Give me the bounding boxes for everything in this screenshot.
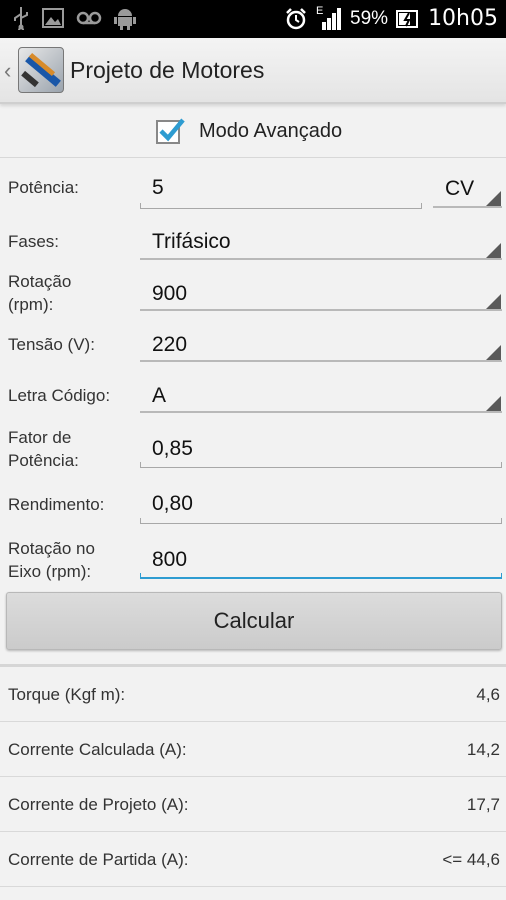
shaft-rotation-input[interactable]: 800 xyxy=(152,548,187,572)
code-letter-label: Letra Código: xyxy=(8,386,111,405)
voicemail-icon xyxy=(76,11,102,25)
phases-dropdown-icon xyxy=(486,243,501,258)
advanced-mode-row[interactable]: Modo Avançado xyxy=(0,106,506,158)
voltage-dropdown-icon xyxy=(486,345,501,360)
efficiency-label: Rendimento: xyxy=(8,495,105,514)
calculated-current-label: Corrente Calculada (A): xyxy=(8,740,187,759)
code-letter-underline xyxy=(140,411,502,413)
action-bar: ‹ Projeto de Motores xyxy=(0,38,506,104)
result-row-project-current: Corrente de Projeto (A): 17,7 xyxy=(0,777,506,832)
rotation-dropdown-icon xyxy=(486,294,501,309)
battery-charging-icon xyxy=(396,9,419,28)
rotation-label: Rotação (rpm): xyxy=(8,272,72,314)
shaft-rotation-underline xyxy=(140,573,502,579)
power-label: Potência: xyxy=(8,178,79,197)
power-unit-spinner[interactable]: CV xyxy=(445,177,474,201)
result-row-torque: Torque (Kgf m): 4,6 xyxy=(0,667,506,722)
starting-current-value: <= 44,6 xyxy=(442,850,500,869)
torque-label: Torque (Kgf m): xyxy=(8,685,126,704)
voltage-spinner[interactable]: 220 xyxy=(152,333,187,357)
app-logo-icon[interactable] xyxy=(18,47,64,93)
system-icons: E 59% 10h05 xyxy=(284,5,498,31)
power-input[interactable]: 5 xyxy=(152,176,164,200)
status-bar: E 59% 10h05 xyxy=(0,0,506,38)
up-navigation-icon[interactable]: ‹ xyxy=(4,58,11,84)
result-row-starting-current: Corrente de Partida (A): <= 44,6 xyxy=(0,832,506,887)
advanced-mode-checkbox[interactable] xyxy=(156,118,185,144)
power-factor-input[interactable]: 0,85 xyxy=(152,437,193,461)
power-input-underline xyxy=(140,203,422,209)
code-letter-dropdown-icon xyxy=(486,396,501,411)
power-unit-dropdown-icon xyxy=(486,191,501,206)
android-icon xyxy=(114,9,136,30)
alarm-clock-icon xyxy=(286,7,306,29)
power-factor-label: Fator de Potência: xyxy=(8,428,79,470)
result-row-calculated-current: Corrente Calculada (A): 14,2 xyxy=(0,722,506,777)
image-icon xyxy=(42,8,64,28)
advanced-mode-label: Modo Avançado xyxy=(199,120,343,142)
power-unit-underline xyxy=(433,206,502,208)
efficiency-underline xyxy=(140,518,502,524)
checkmark-icon xyxy=(159,118,185,142)
voltage-underline xyxy=(140,360,502,362)
phases-spinner[interactable]: Trifásico xyxy=(152,230,231,254)
project-current-label: Corrente de Projeto (A): xyxy=(8,795,189,814)
torque-value: 4,6 xyxy=(476,685,500,704)
phases-underline xyxy=(140,258,502,260)
shaft-rotation-label: Rotação no Eixo (rpm): xyxy=(8,539,95,581)
notification-icons xyxy=(12,6,136,30)
project-current-value: 17,7 xyxy=(466,795,500,814)
rotation-spinner[interactable]: 900 xyxy=(152,282,187,306)
clock: 10h05 xyxy=(428,6,498,31)
rotation-underline xyxy=(140,309,502,311)
phases-label: Fases: xyxy=(8,232,60,251)
usb-icon xyxy=(14,7,28,30)
calculated-current-value: 14,2 xyxy=(466,740,500,759)
voltage-label: Tensão (V): xyxy=(8,335,95,354)
efficiency-input[interactable]: 0,80 xyxy=(152,492,193,516)
starting-current-label: Corrente de Partida (A): xyxy=(8,850,189,869)
signal-icon: E xyxy=(316,5,342,31)
calculate-button[interactable]: Calcular xyxy=(6,592,502,650)
power-factor-underline xyxy=(140,462,502,468)
code-letter-spinner[interactable]: A xyxy=(152,384,166,408)
page-title: Projeto de Motores xyxy=(70,57,265,83)
battery-percent: 59% xyxy=(350,7,389,29)
